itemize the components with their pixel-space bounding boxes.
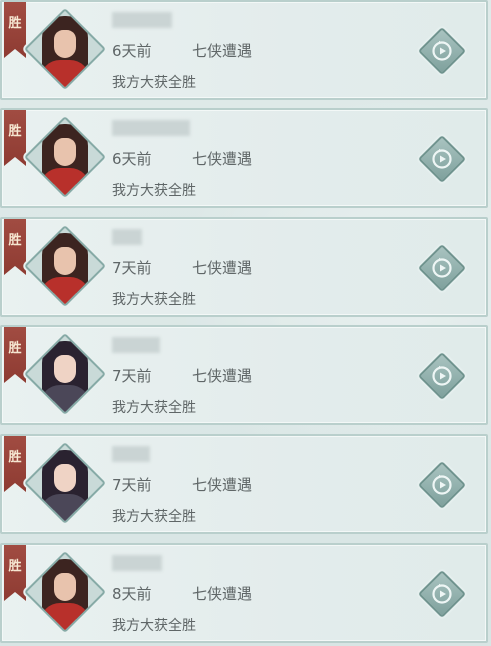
battle-mode: 七侠遭遇 — [192, 42, 253, 60]
hero-avatar — [23, 7, 107, 91]
replay-button[interactable] — [417, 26, 467, 76]
victory-ribbon: 胜 — [4, 110, 26, 166]
battle-time: 6天前 — [112, 42, 152, 60]
portrait-robe — [39, 277, 90, 305]
battle-result: 我方大获全胜 — [112, 292, 196, 308]
portrait-robe — [39, 603, 90, 631]
battle-time: 7天前 — [112, 476, 152, 494]
battle-record-card[interactable]: 胜 6天前 七侠遭遇 我方大获全胜 — [0, 108, 488, 208]
victory-ribbon: 胜 — [4, 2, 26, 58]
battle-mode: 七侠遭遇 — [192, 476, 253, 494]
portrait-face — [54, 573, 76, 601]
blurred-player-name — [112, 229, 142, 245]
portrait-robe — [39, 385, 90, 413]
portrait-face — [54, 138, 76, 166]
portrait-face — [54, 30, 76, 58]
portrait-robe — [39, 494, 90, 522]
hero-avatar — [23, 224, 107, 308]
battle-record-card[interactable]: 胜 7天前 七侠遭遇 我方大获全胜 — [0, 434, 488, 534]
replay-icon — [432, 583, 452, 604]
replay-button[interactable] — [417, 569, 467, 619]
battle-mode: 七侠遭遇 — [192, 585, 253, 603]
battle-record-card[interactable]: 胜 7天前 七侠遭遇 我方大获全胜 — [0, 217, 488, 317]
victory-ribbon: 胜 — [4, 436, 26, 492]
victory-badge-text: 胜 — [8, 450, 22, 465]
replay-button[interactable] — [417, 351, 467, 401]
portrait-robe — [39, 168, 90, 196]
battle-mode: 七侠遭遇 — [192, 367, 253, 385]
battle-result: 我方大获全胜 — [112, 75, 196, 91]
battle-history-list: 胜 6天前 七侠遭遇 我方大获全胜 胜 6天前 七侠遭遇 我方大获全胜 胜 7天… — [0, 0, 491, 646]
victory-ribbon: 胜 — [4, 219, 26, 275]
victory-badge-text: 胜 — [8, 559, 22, 574]
hero-portrait — [26, 118, 104, 196]
blurred-player-name — [112, 120, 190, 136]
replay-icon — [432, 148, 452, 169]
battle-result: 我方大获全胜 — [112, 400, 196, 416]
victory-badge-text: 胜 — [8, 16, 22, 31]
portrait-face — [54, 464, 76, 492]
victory-badge-text: 胜 — [8, 124, 22, 139]
hero-portrait — [26, 227, 104, 305]
hero-avatar — [23, 550, 107, 634]
hero-portrait — [26, 335, 104, 413]
hero-avatar — [23, 332, 107, 416]
hero-portrait — [26, 10, 104, 88]
battle-time: 8天前 — [112, 585, 152, 603]
battle-result: 我方大获全胜 — [112, 509, 196, 525]
victory-badge-text: 胜 — [8, 341, 22, 356]
hero-avatar — [23, 115, 107, 199]
battle-time: 7天前 — [112, 367, 152, 385]
blurred-player-name — [112, 337, 160, 353]
battle-record-card[interactable]: 胜 7天前 七侠遭遇 我方大获全胜 — [0, 325, 488, 425]
replay-icon — [432, 40, 452, 61]
battle-record-card[interactable]: 胜 6天前 七侠遭遇 我方大获全胜 — [0, 0, 488, 100]
replay-icon — [432, 365, 452, 386]
replay-button[interactable] — [417, 243, 467, 293]
victory-badge-text: 胜 — [8, 233, 22, 248]
portrait-face — [54, 247, 76, 275]
hero-avatar — [23, 441, 107, 525]
battle-mode: 七侠遭遇 — [192, 150, 253, 168]
battle-time: 7天前 — [112, 259, 152, 277]
replay-button[interactable] — [417, 134, 467, 184]
blurred-player-name — [112, 12, 172, 28]
replay-icon — [432, 257, 452, 278]
battle-time: 6天前 — [112, 150, 152, 168]
victory-ribbon: 胜 — [4, 327, 26, 383]
hero-portrait — [26, 444, 104, 522]
battle-mode: 七侠遭遇 — [192, 259, 253, 277]
replay-icon — [432, 474, 452, 495]
battle-result: 我方大获全胜 — [112, 183, 196, 199]
battle-record-card[interactable]: 胜 8天前 七侠遭遇 我方大获全胜 — [0, 543, 488, 643]
battle-result: 我方大获全胜 — [112, 618, 196, 634]
victory-ribbon: 胜 — [4, 545, 26, 601]
blurred-player-name — [112, 555, 162, 571]
portrait-robe — [39, 60, 90, 88]
blurred-player-name — [112, 446, 150, 462]
replay-button[interactable] — [417, 460, 467, 510]
hero-portrait — [26, 553, 104, 631]
portrait-face — [54, 355, 76, 383]
